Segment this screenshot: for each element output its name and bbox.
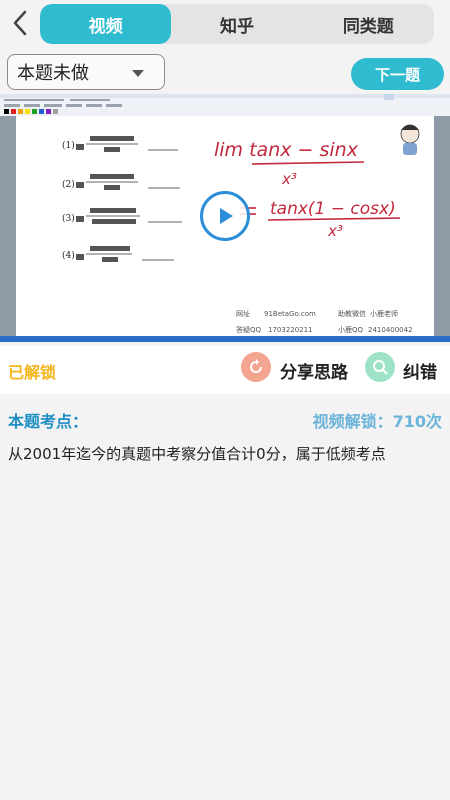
handwriting-line-2-denominator: x³ (327, 222, 343, 240)
problem-label-1: (1) (62, 140, 75, 151)
video-unlock-count: 视频解锁：710次 (312, 412, 442, 431)
share-button[interactable] (241, 352, 271, 382)
video-player[interactable]: (1) (2) (3) (4) lim tanx − sinx x³ tanx(… (0, 94, 450, 342)
share-refresh-icon (250, 359, 262, 373)
handwriting-line-1-denominator: x³ (281, 170, 297, 188)
tab-similar[interactable]: 同类题 (303, 4, 434, 44)
watermark-qq2: 2410400042 (368, 326, 413, 334)
knowledge-point-description: 从2001年迄今的真题中考察分值合计0分，属于低频考点 (8, 445, 386, 463)
share-label[interactable]: 分享思路 (280, 358, 348, 383)
play-button[interactable] (200, 191, 250, 241)
knowledge-point-title: 本题考点： (8, 412, 89, 431)
status-dropdown[interactable]: 本题未做 (7, 54, 165, 90)
unlock-status: 已解锁 (8, 363, 57, 382)
watermark-qq-label: 答疑QQ (236, 325, 262, 334)
problem-label-3: (3) (62, 213, 75, 224)
handwriting-line-1: lim tanx − sinx (214, 139, 359, 161)
magnifier-icon (373, 360, 388, 375)
watermark-site-label: 网址 (236, 309, 250, 318)
problem-label-2: (2) (62, 179, 75, 190)
caret-down-icon (132, 70, 144, 77)
mascot-icon (400, 124, 420, 155)
next-question-button[interactable]: 下一题 (351, 58, 444, 90)
chevron-left-icon (13, 10, 27, 36)
tab-zhihu[interactable]: 知乎 (171, 4, 302, 44)
watermark-qq: 1703220211 (268, 326, 313, 334)
watermark-wechat-label: 助教微信 (338, 309, 366, 318)
action-bar: 已解锁 分享思路 纠错 (0, 346, 450, 394)
tab-video[interactable]: 视频 (40, 4, 172, 44)
correction-label[interactable]: 纠错 (403, 358, 437, 383)
problem-label-4: (4) (62, 250, 75, 261)
play-icon (220, 208, 233, 224)
watermark-site: 91BetaGo.com (264, 310, 316, 318)
watermark-qq2-label: 小鹿QQ (338, 325, 364, 334)
top-bar: 视频 知乎 同类题 (0, 0, 450, 48)
tab-bar: 视频 知乎 同类题 (40, 4, 434, 44)
handwriting-line-2: tanx(1 − cosx) (270, 199, 396, 219)
status-dropdown-value: 本题未做 (17, 63, 89, 84)
back-button[interactable] (6, 8, 34, 38)
watermark-wechat: 小鹿老师 (370, 309, 398, 318)
correction-button[interactable] (365, 352, 395, 382)
